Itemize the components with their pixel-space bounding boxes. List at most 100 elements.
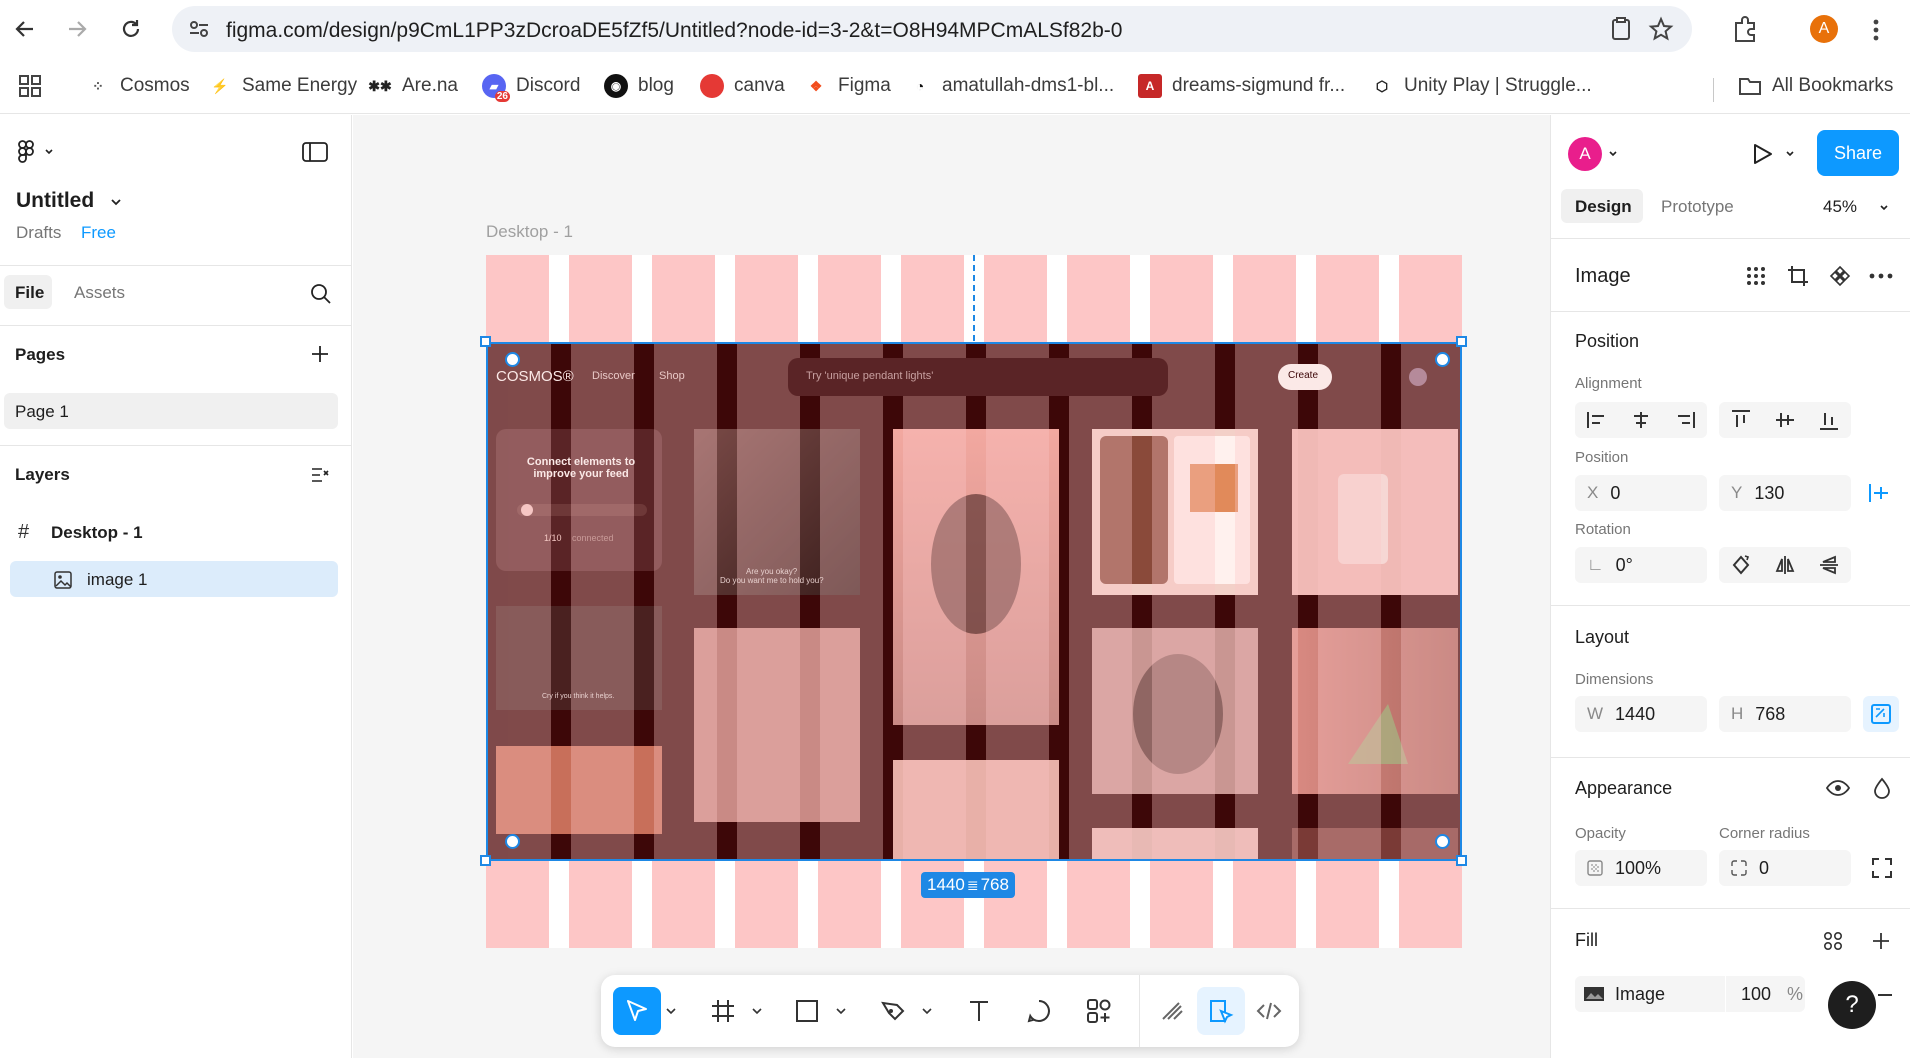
bookmark-figma[interactable]: ❖ Figma — [804, 72, 891, 100]
file-name[interactable]: Untitled — [16, 189, 94, 213]
chevron-down-icon[interactable] — [835, 1005, 847, 1017]
opacity-field[interactable]: 100% — [1575, 850, 1707, 886]
height-field[interactable]: H 768 — [1719, 696, 1851, 732]
chevron-down-icon[interactable] — [44, 147, 54, 157]
user-avatar[interactable]: A — [1568, 137, 1602, 171]
search-icon[interactable] — [310, 283, 332, 305]
y-value[interactable]: 130 — [1754, 483, 1784, 504]
star-icon[interactable] — [1648, 16, 1674, 42]
rotation-value[interactable]: 0° — [1616, 555, 1633, 576]
fill-opacity[interactable]: 100 — [1741, 984, 1771, 1005]
zoom-level[interactable]: 45% — [1823, 197, 1857, 217]
text-tool[interactable] — [955, 987, 1003, 1035]
layers-list-icon[interactable] — [310, 465, 330, 485]
chevron-down-icon[interactable] — [751, 1005, 763, 1017]
site-settings-icon[interactable] — [186, 16, 212, 42]
design-mode[interactable] — [1197, 987, 1245, 1035]
x-field[interactable]: X 0 — [1575, 475, 1707, 511]
blend-mode-icon[interactable] — [1873, 777, 1891, 799]
frame-tool[interactable] — [699, 987, 747, 1035]
eye-icon[interactable] — [1826, 779, 1850, 797]
align-center-h-button[interactable] — [1619, 402, 1663, 438]
corner-radius-field[interactable]: 0 — [1719, 850, 1851, 886]
fill-type[interactable]: Image — [1615, 984, 1665, 1005]
bookmark-dreams[interactable]: Adreams-sigmund fr... — [1138, 72, 1345, 100]
corner-radius-handle[interactable] — [505, 352, 520, 367]
bookmark-arena[interactable]: ✱✱ Are.na — [368, 72, 458, 100]
tab-design[interactable]: Design — [1561, 189, 1643, 223]
bookmark-cosmos[interactable]: ⁘ Cosmos — [86, 72, 190, 100]
comment-tool[interactable] — [1015, 987, 1063, 1035]
draw-mode[interactable] — [1149, 987, 1197, 1035]
w-value[interactable]: 1440 — [1615, 704, 1655, 725]
radius-value[interactable]: 0 — [1759, 858, 1769, 879]
chevron-down-icon[interactable] — [665, 1005, 677, 1017]
chevron-down-icon[interactable] — [921, 1005, 933, 1017]
bookmark-discord[interactable]: ▰ 26 Discord — [482, 72, 580, 102]
sidebar-toggle-icon[interactable] — [302, 141, 328, 163]
shape-tool[interactable] — [783, 987, 831, 1035]
x-value[interactable]: 0 — [1610, 483, 1620, 504]
present-play-icon[interactable] — [1749, 141, 1775, 167]
url-text[interactable]: figma.com/design/p9CmL1PP3zDcroaDE5fZf5/… — [226, 19, 1122, 43]
tab-prototype[interactable]: Prototype — [1661, 197, 1734, 217]
rotate-button[interactable] — [1719, 547, 1763, 583]
crop-icon[interactable] — [1787, 265, 1809, 287]
layer-row-frame[interactable]: # Desktop - 1 — [0, 517, 352, 551]
clipboard-icon[interactable] — [1608, 16, 1634, 42]
move-tool[interactable] — [613, 987, 661, 1035]
address-bar[interactable]: figma.com/design/p9CmL1PP3zDcroaDE5fZf5/… — [172, 6, 1692, 52]
rotation-field[interactable]: ∟ 0° — [1575, 547, 1707, 583]
all-bookmarks[interactable]: All Bookmarks — [1738, 72, 1893, 100]
resize-handle[interactable] — [480, 336, 491, 347]
bookmark-blog[interactable]: ◉ blog — [604, 72, 674, 100]
align-top-button[interactable] — [1719, 402, 1763, 438]
chevron-down-icon[interactable] — [1608, 149, 1618, 159]
profile-avatar[interactable]: A — [1810, 15, 1838, 43]
apps-grid-icon[interactable] — [18, 74, 42, 98]
add-fill-icon[interactable] — [1871, 931, 1891, 951]
bookmark-same-energy[interactable]: ⚡ Same Energy — [208, 72, 357, 100]
selected-image[interactable]: COSMOS® Discover Shop Try 'unique pendan… — [486, 342, 1462, 861]
pen-tool[interactable] — [869, 987, 917, 1035]
flip-vertical-button[interactable] — [1807, 547, 1851, 583]
bookmark-canva[interactable]: canva — [700, 72, 785, 100]
flip-horizontal-button[interactable] — [1763, 547, 1807, 583]
fill-row[interactable]: Image 100 % — [1575, 976, 1805, 1012]
width-field[interactable]: W 1440 — [1575, 696, 1707, 732]
opacity-value[interactable]: 100% — [1615, 858, 1661, 879]
corner-radius-handle[interactable] — [1435, 834, 1450, 849]
bookmark-amatullah[interactable]: ◔ amatullah-dms1-bl... — [908, 72, 1114, 100]
tab-assets[interactable]: Assets — [74, 283, 125, 303]
plan-badge[interactable]: Free — [81, 223, 116, 243]
reload-button[interactable] — [116, 14, 146, 44]
constrain-proportions-button[interactable] — [1863, 696, 1899, 732]
align-right-button[interactable] — [1663, 402, 1707, 438]
constraints-icon[interactable] — [1867, 481, 1891, 505]
align-left-button[interactable] — [1575, 402, 1619, 438]
back-button[interactable] — [10, 14, 40, 44]
resize-handle[interactable] — [480, 855, 491, 866]
drafts-link[interactable]: Drafts — [16, 223, 61, 243]
h-value[interactable]: 768 — [1755, 704, 1785, 725]
bookmark-unity[interactable]: ⬡ Unity Play | Struggle... — [1370, 72, 1592, 100]
corner-radius-handle[interactable] — [505, 834, 520, 849]
grid-dots-icon[interactable] — [1745, 265, 1767, 287]
corner-radius-handle[interactable] — [1435, 352, 1450, 367]
styles-icon[interactable] — [1823, 931, 1843, 951]
chevron-down-icon[interactable] — [1785, 149, 1795, 159]
resize-handle[interactable] — [1456, 336, 1467, 347]
tab-file[interactable]: File — [4, 275, 52, 309]
frame-label[interactable]: Desktop - 1 — [486, 222, 573, 242]
remove-fill-icon[interactable] — [1877, 993, 1893, 997]
actions-tool[interactable] — [1075, 987, 1123, 1035]
forward-button[interactable] — [62, 14, 92, 44]
more-vert-icon[interactable] — [1866, 16, 1886, 44]
independent-corners-icon[interactable] — [1871, 857, 1893, 879]
more-icon[interactable] — [1869, 273, 1893, 279]
align-bottom-button[interactable] — [1807, 402, 1851, 438]
extensions-icon[interactable] — [1730, 14, 1760, 44]
help-button[interactable]: ? — [1828, 981, 1876, 1029]
layer-row-image[interactable]: image 1 — [10, 561, 338, 597]
align-middle-button[interactable] — [1763, 402, 1807, 438]
